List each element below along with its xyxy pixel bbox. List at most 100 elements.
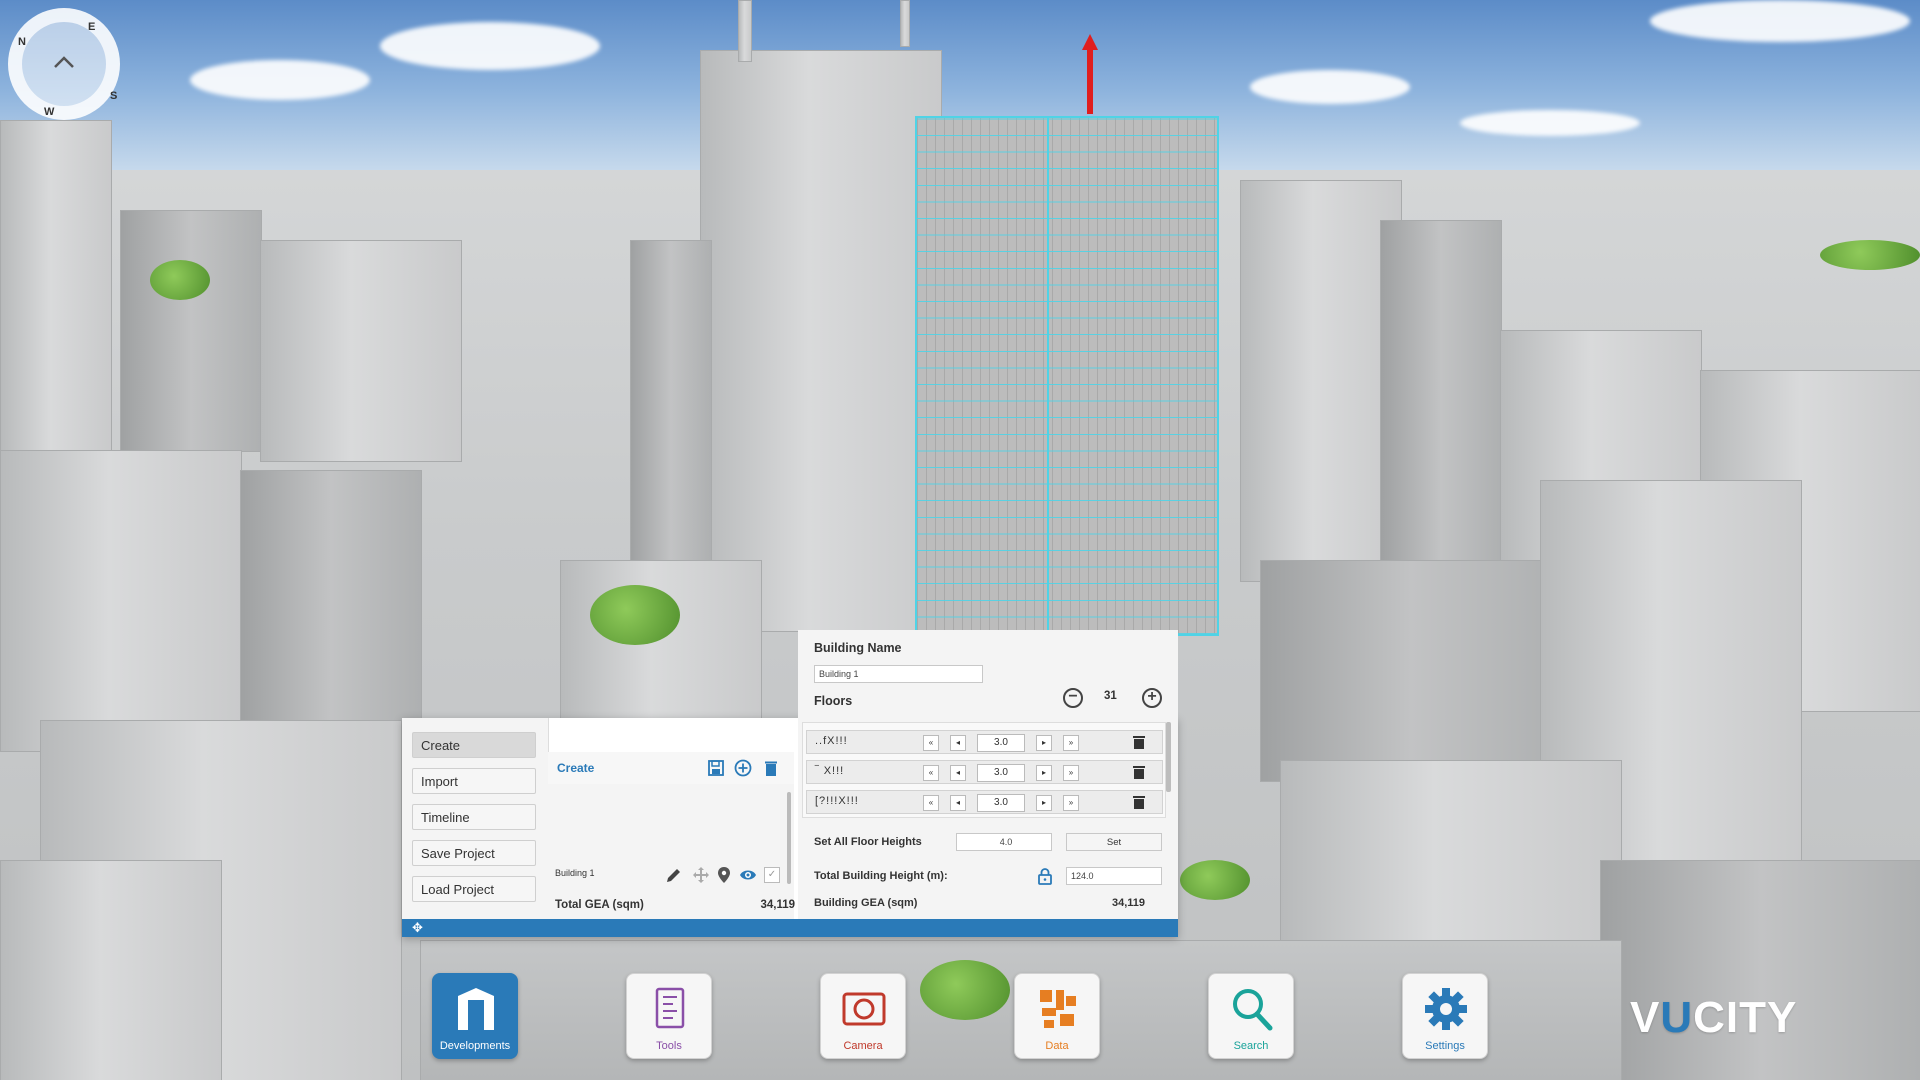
next-icon[interactable]: ▸ bbox=[1036, 795, 1052, 811]
edit-pencil-icon[interactable] bbox=[665, 866, 683, 884]
compass-e: E bbox=[88, 21, 96, 33]
first-icon[interactable]: « bbox=[923, 765, 939, 781]
dock-camera-button[interactable]: Camera bbox=[820, 973, 906, 1059]
total-building-height-input[interactable]: 124.0 bbox=[1066, 867, 1162, 885]
total-gea-label: Total GEA (sqm) bbox=[555, 899, 644, 911]
set-all-floor-heights-input[interactable]: 4.0 bbox=[956, 833, 1052, 851]
tree bbox=[590, 585, 680, 645]
selected-building-model[interactable] bbox=[915, 116, 1219, 636]
empire-state-tower bbox=[700, 50, 942, 632]
dock-label: Camera bbox=[843, 1040, 883, 1052]
vucity-logo: VUCITY bbox=[1630, 993, 1797, 1043]
dock-settings-button[interactable]: Settings bbox=[1402, 973, 1488, 1059]
lock-icon[interactable] bbox=[1036, 867, 1054, 885]
menu-create-button[interactable]: Create bbox=[412, 732, 536, 758]
total-building-height-label: Total Building Height (m): bbox=[814, 870, 948, 882]
menu-load-project-button[interactable]: Load Project bbox=[412, 876, 536, 902]
building-list-item[interactable]: Building 1 bbox=[555, 868, 595, 878]
floor-name: ‾ X!!! bbox=[815, 765, 845, 777]
trash-icon[interactable] bbox=[1133, 795, 1145, 809]
floor-list-scrollbar[interactable] bbox=[1166, 722, 1171, 792]
drag-handle-icon[interactable]: ✥ bbox=[412, 920, 423, 936]
panel-drag-bar[interactable]: ✥ bbox=[402, 919, 1178, 937]
first-icon[interactable]: « bbox=[923, 735, 939, 751]
tools-icon bbox=[655, 987, 685, 1029]
compass-s: S bbox=[110, 90, 118, 102]
cloud bbox=[1250, 70, 1410, 104]
trash-icon[interactable] bbox=[1133, 735, 1145, 749]
location-pin-icon[interactable] bbox=[715, 866, 733, 884]
cloud bbox=[1460, 110, 1640, 136]
decrease-floors-button[interactable]: − bbox=[1063, 688, 1083, 708]
set-all-floor-heights-label: Set All Floor Heights bbox=[814, 836, 922, 848]
floor-row: [?!!!X!!! « ◂ 3.0 ▸ » bbox=[806, 790, 1163, 814]
dock-label: Search bbox=[1233, 1040, 1269, 1052]
compass-w: W bbox=[44, 106, 55, 118]
floor-height-input[interactable]: 3.0 bbox=[977, 734, 1025, 752]
menu-save-project-button[interactable]: Save Project bbox=[412, 840, 536, 866]
building bbox=[260, 240, 462, 462]
increase-floors-button[interactable]: + bbox=[1142, 688, 1162, 708]
create-title: Create bbox=[557, 761, 595, 775]
building-list-scrollbar[interactable] bbox=[787, 792, 791, 884]
set-button[interactable]: Set bbox=[1066, 833, 1162, 851]
total-gea-row: Total GEA (sqm) 34,119 bbox=[555, 899, 795, 911]
building bbox=[560, 560, 762, 722]
prev-icon[interactable]: ◂ bbox=[950, 795, 966, 811]
gear-icon bbox=[1425, 988, 1467, 1030]
prev-icon[interactable]: ◂ bbox=[950, 765, 966, 781]
building bbox=[1260, 560, 1562, 782]
height-drag-arrow[interactable] bbox=[1082, 34, 1098, 114]
floor-row: ‾ X!!! « ◂ 3.0 ▸ » bbox=[806, 760, 1163, 784]
select-checkbox[interactable]: ✓ bbox=[764, 867, 780, 883]
save-icon[interactable] bbox=[707, 759, 725, 777]
tree bbox=[150, 260, 210, 300]
add-building-icon[interactable] bbox=[734, 759, 752, 777]
building bbox=[240, 470, 422, 732]
cloud bbox=[380, 22, 600, 70]
search-icon bbox=[1233, 989, 1273, 1031]
total-gea-value: 34,119 bbox=[760, 899, 795, 911]
next-icon[interactable]: ▸ bbox=[1036, 735, 1052, 751]
last-icon[interactable]: » bbox=[1063, 795, 1079, 811]
floors-label: Floors bbox=[814, 694, 853, 708]
compass[interactable]: N E S W bbox=[8, 8, 120, 120]
tree bbox=[1820, 240, 1920, 270]
dock-search-button[interactable]: Search bbox=[1208, 973, 1294, 1059]
building bbox=[1240, 180, 1402, 582]
building bbox=[120, 210, 262, 452]
first-icon[interactable]: « bbox=[923, 795, 939, 811]
logo-part: CITY bbox=[1693, 993, 1798, 1042]
trash-icon[interactable] bbox=[1133, 765, 1145, 779]
last-icon[interactable]: » bbox=[1063, 735, 1079, 751]
last-icon[interactable]: » bbox=[1063, 765, 1079, 781]
building-name-label: Building Name bbox=[814, 641, 902, 655]
developments-icon bbox=[458, 988, 494, 1030]
logo-accent: U bbox=[1660, 993, 1694, 1042]
delete-icon[interactable] bbox=[762, 759, 780, 777]
floor-height-input[interactable]: 3.0 bbox=[977, 764, 1025, 782]
menu-timeline-button[interactable]: Timeline bbox=[412, 804, 536, 830]
building bbox=[0, 450, 242, 752]
building bbox=[0, 860, 222, 1080]
next-icon[interactable]: ▸ bbox=[1036, 765, 1052, 781]
prev-icon[interactable]: ◂ bbox=[950, 735, 966, 751]
building bbox=[0, 120, 112, 452]
move-icon[interactable] bbox=[692, 866, 710, 884]
menu-import-button[interactable]: Import bbox=[412, 768, 536, 794]
chevron-up-icon[interactable] bbox=[53, 55, 75, 69]
dock-data-button[interactable]: Data bbox=[1014, 973, 1100, 1059]
tower-divider bbox=[1047, 118, 1049, 634]
dock-developments-button[interactable]: Developments bbox=[432, 973, 518, 1059]
floor-height-input[interactable]: 3.0 bbox=[977, 794, 1025, 812]
dock-label: Developments bbox=[439, 1040, 511, 1052]
building-name-input[interactable]: Building 1 bbox=[814, 665, 983, 683]
dock-tools-button[interactable]: Tools bbox=[626, 973, 712, 1059]
building bbox=[1600, 860, 1920, 1080]
dock-label: Data bbox=[1045, 1040, 1069, 1052]
dock-label: Settings bbox=[1425, 1040, 1465, 1052]
compass-n: N bbox=[18, 36, 26, 48]
cloud bbox=[1650, 0, 1910, 42]
visibility-eye-icon[interactable] bbox=[739, 866, 757, 884]
data-icon bbox=[1040, 990, 1076, 1028]
